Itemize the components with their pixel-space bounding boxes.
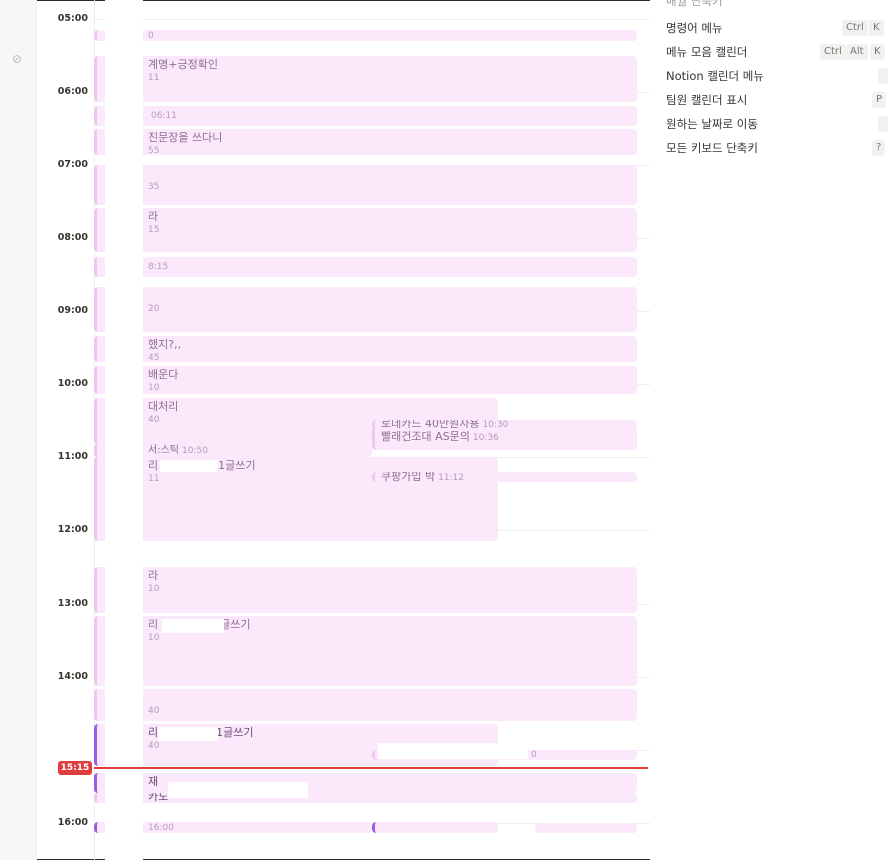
redaction xyxy=(168,782,308,798)
hour-label: 12:00 xyxy=(57,524,88,535)
hour-line xyxy=(95,19,651,20)
hour-label: 07:00 xyxy=(57,159,88,170)
shortcut-all-shortcuts[interactable]: 모든 키보드 단축키 ? xyxy=(666,138,886,158)
calendar-event[interactable] xyxy=(372,822,498,833)
shortcuts-header: 매월 단축키 xyxy=(666,0,723,8)
hour-label: 08:00 xyxy=(57,232,88,243)
kbd-key xyxy=(878,116,888,132)
calendar-event[interactable]: 진문장을 쓰다니 55 xyxy=(94,129,637,155)
kbd-key: ? xyxy=(872,140,886,156)
redaction xyxy=(162,619,224,633)
shortcut-command-menu[interactable]: 명령어 메뉴 Ctrl K xyxy=(666,18,886,38)
hour-label: 06:00 xyxy=(57,86,88,97)
hour-label: 13:00 xyxy=(57,598,88,609)
calendar-event[interactable]: 계명+긍정확인 11 xyxy=(94,56,637,102)
calendar-event[interactable] xyxy=(535,823,637,833)
calendar-event[interactable]: 리 1글쓰기 11 xyxy=(94,457,498,541)
redaction xyxy=(378,743,528,759)
calendar-event[interactable]: 0 xyxy=(94,30,637,41)
kbd-key: Ctrl xyxy=(842,20,868,36)
left-gutter: ⊘ xyxy=(0,0,37,860)
redaction xyxy=(160,460,218,472)
kbd-key: K xyxy=(869,20,884,36)
current-time-badge: 15:15 xyxy=(58,761,92,775)
hour-label: 09:00 xyxy=(57,305,88,316)
calendar-event[interactable]: 라 15 xyxy=(94,208,637,252)
calendar-event[interactable]: 8:15 xyxy=(94,257,637,277)
hour-label: 14:00 xyxy=(57,671,88,682)
calendar-event[interactable]: 했지?,, 45 xyxy=(94,336,637,362)
redaction-column xyxy=(105,0,143,860)
hour-label: 05:00 xyxy=(57,13,88,24)
kbd-key xyxy=(878,68,888,84)
hour-label: 11:00 xyxy=(57,451,88,462)
kbd-key: P xyxy=(872,92,887,108)
calendar-event[interactable]: 배운다 10 xyxy=(94,366,637,394)
kbd-key: Ctrl xyxy=(820,44,846,60)
calendar-event[interactable]: 빨래건조대 AS문의 10:36 xyxy=(372,428,637,450)
current-time-line xyxy=(94,767,648,769)
calendar-event[interactable]: 40 xyxy=(94,689,637,721)
calendar-event[interactable]: 20 xyxy=(94,287,637,332)
shortcuts-panel: 매월 단축키 명령어 메뉴 Ctrl K 메뉴 모음 캘린더 Ctrl Alt … xyxy=(650,0,888,860)
calendar-event[interactable]: 06:11 xyxy=(94,106,637,126)
calendar-event[interactable]: 라 10 xyxy=(94,567,637,613)
redaction xyxy=(158,727,218,741)
blank-area xyxy=(498,490,638,530)
hour-label: 16:00 xyxy=(57,817,88,828)
eye-off-icon[interactable]: ⊘ xyxy=(10,52,24,66)
shortcut-teammate-calendar[interactable]: 팀원 캘린더 표시 P xyxy=(666,90,887,110)
calendar-event[interactable]: 35 xyxy=(94,165,637,205)
kbd-key: Alt xyxy=(846,44,868,60)
time-column: 05:00 06:00 07:00 08:00 09:00 10:00 11:0… xyxy=(36,0,94,860)
calendar-event[interactable]: 쿠팡가입 박 11:12 xyxy=(372,472,637,482)
shortcut-notion-calendar-menu[interactable]: Notion 캘린더 메뉴 xyxy=(666,66,888,86)
kbd-key: K xyxy=(870,44,885,60)
shortcut-go-to-date[interactable]: 원하는 날짜로 이동 xyxy=(666,114,888,134)
shortcut-menu-bar-calendar[interactable]: 메뉴 모음 캘린더 Ctrl Alt K xyxy=(666,42,886,62)
hour-label: 10:00 xyxy=(57,378,88,389)
